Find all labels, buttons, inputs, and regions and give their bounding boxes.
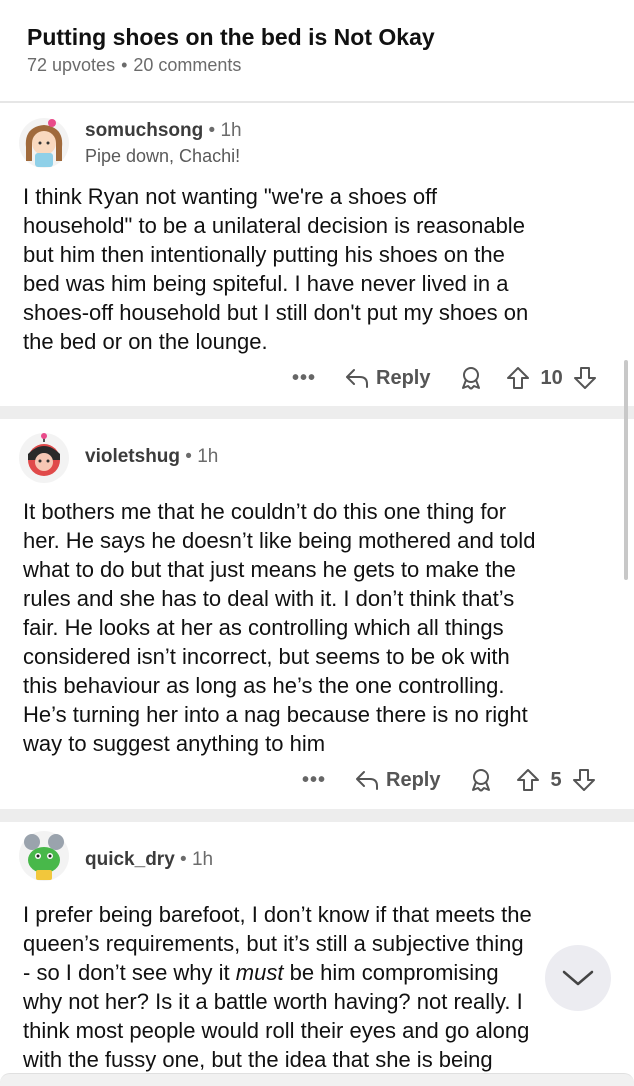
upvote-button[interactable] [516,767,540,793]
username[interactable]: somuchsong [85,120,203,141]
comment-line: bed was him being spiteful. I have never… [23,271,509,296]
comment-line: the bed or on the lounge. [23,329,268,354]
post-title: Putting shoes on the bed is Not Okay [27,24,435,50]
comment-actions: ••• Reply 5 [302,765,596,795]
reply-icon [356,771,379,790]
comment-author-line: violetshug • 1h [85,446,219,467]
award-button[interactable] [468,767,494,793]
comment-separator [0,809,634,822]
reply-button[interactable]: Reply [344,367,430,390]
username[interactable]: violetshug [85,446,180,467]
next-comment-button[interactable] [545,945,611,1011]
comment-author-line: quick_dry • 1h [85,849,214,870]
upvote-arrow-icon [507,367,530,389]
comment-author-line: somuchsong • 1h [85,120,242,141]
award-icon [462,367,481,390]
reply-icon [346,369,369,388]
comment-line: but him then intentionally putting his s… [23,242,505,267]
upvote-count: 72 upvotes [27,55,116,75]
comment-line: It bothers me that he couldn’t do this o… [23,499,507,524]
downvote-button[interactable] [573,365,597,391]
comment-card: quick_dry • 1h I prefer being barefoot, … [0,822,634,1085]
comment-line: - so I don’t see why it must be him comp… [23,958,613,987]
comment-card: somuchsong • 1h Pipe down, Chachi! I thi… [0,103,634,406]
comment-text: be him compromising [283,960,499,985]
emphasis-text: must [235,960,284,985]
comment-line: why not her? Is it a battle worth having… [23,989,523,1014]
comment-line: household" to be a unilateral decision i… [23,213,525,238]
comment-body: It bothers me that he couldn’t do this o… [23,497,613,758]
meta-dot: • [121,55,128,75]
downvote-arrow-icon [573,367,596,389]
comment-line: queen’s requirements, but it’s still a s… [23,931,524,956]
comment-line: shoes-off household but I still don't pu… [23,300,529,325]
comment-line: I think Ryan not wanting "we're a shoes … [23,184,437,209]
post-header: Putting shoes on the bed is Not Okay 72 … [0,0,634,103]
comment-line: this behaviour as long as he’s the one c… [23,673,505,698]
comment-line: I prefer being barefoot, I don’t know if… [23,902,532,927]
comment-line: her. He says he doesn’t like being mothe… [23,528,536,553]
reply-label: Reply [386,768,441,791]
comment-line: He’s turning her into a nag because ther… [23,702,528,727]
comment-time: 1h [197,446,219,467]
comment-time: 1h [191,849,214,870]
comment-line: with the fussy one, but the idea that sh… [23,1047,493,1072]
post-meta: 72 upvotes • 20 comments [27,55,241,76]
comment-line: what to do but that just means he gets t… [23,557,516,582]
comment-line: considered isn’t incorrect, but seems to… [23,644,510,669]
comment-line: think most people would roll their eyes … [23,1018,530,1043]
comment-actions: ••• Reply 10 [292,363,597,393]
avatar[interactable] [18,432,70,484]
username[interactable]: quick_dry [85,849,175,870]
upvote-arrow-icon [517,769,540,791]
comment-count: 20 comments [133,55,242,75]
comment-card: violetshug • 1h It bothers me that he co… [0,419,634,809]
comment-line: rules and she has to deal with it. I don… [23,586,515,611]
downvote-button[interactable] [572,767,596,793]
bottom-bar [0,1073,634,1086]
award-icon [472,769,491,792]
reply-button[interactable]: Reply [354,769,440,792]
user-flair: Pipe down, Chachi! [85,146,241,166]
comment-line: fair. He looks at her as controlling whi… [23,615,504,640]
comment-separator [0,406,634,419]
more-options-button[interactable]: ••• [292,367,316,390]
avatar[interactable] [18,830,70,882]
comment-line: way to suggest anything to him [23,731,326,756]
comment-body: I prefer being barefoot, I don’t know if… [23,900,613,1074]
comment-body: I think Ryan not wanting "we're a shoes … [23,182,613,356]
award-button[interactable] [458,365,484,391]
scrollbar[interactable] [624,360,628,580]
downvote-arrow-icon [572,769,595,791]
reply-label: Reply [376,366,431,389]
vote-count: 10 [540,366,563,389]
avatar[interactable] [18,117,70,169]
vote-count: 5 [550,768,562,791]
comment-time: 1h [220,120,242,141]
upvote-button[interactable] [506,365,530,391]
comment-text: - so I don’t see why it [23,960,230,985]
chevron-down-icon [562,970,594,986]
more-options-button[interactable]: ••• [302,769,326,792]
